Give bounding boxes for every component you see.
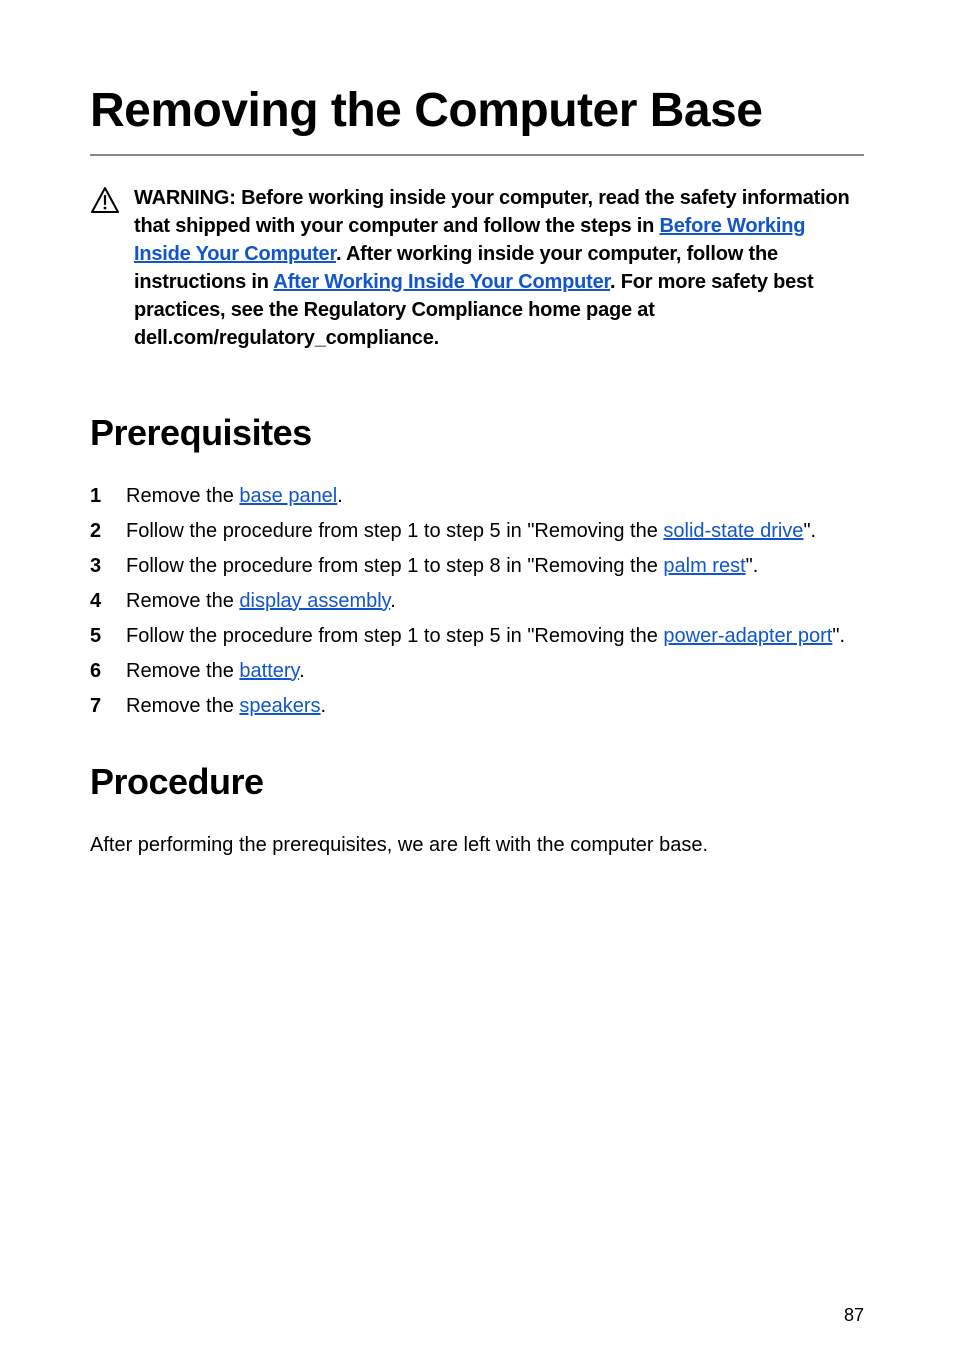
ssd-link[interactable]: solid-state drive	[663, 520, 803, 542]
list-item: Remove the base panel.	[90, 482, 864, 511]
warning-text: WARNING: Before working inside your comp…	[134, 184, 864, 352]
list-item-text: Follow the procedure from step 1 to step…	[126, 555, 663, 577]
list-item-text: Follow the procedure from step 1 to step…	[126, 520, 663, 542]
list-item-text: .	[321, 695, 327, 717]
procedure-heading: Procedure	[90, 761, 864, 803]
list-item-text: Follow the procedure from step 1 to step…	[126, 625, 663, 647]
base-panel-link[interactable]: base panel	[239, 485, 337, 507]
power-adapter-port-link[interactable]: power-adapter port	[663, 625, 832, 647]
list-item: Remove the speakers.	[90, 692, 864, 721]
battery-link[interactable]: battery	[239, 660, 299, 682]
list-item-text: ".	[803, 520, 816, 542]
page-title: Removing the Computer Base	[90, 85, 864, 156]
list-item-text: Remove the	[126, 485, 239, 507]
palm-rest-link[interactable]: palm rest	[663, 555, 745, 577]
list-item: Remove the battery.	[90, 657, 864, 686]
prerequisites-heading: Prerequisites	[90, 412, 864, 454]
list-item: Follow the procedure from step 1 to step…	[90, 622, 864, 651]
warning-link-after[interactable]: After Working Inside Your Computer	[273, 271, 610, 293]
list-item-text: .	[337, 485, 343, 507]
prerequisites-list: Remove the base panel. Follow the proced…	[90, 482, 864, 721]
list-item-text: Remove the	[126, 695, 239, 717]
display-assembly-link[interactable]: display assembly	[239, 590, 390, 612]
list-item-text: .	[390, 590, 396, 612]
list-item: Remove the display assembly.	[90, 587, 864, 616]
list-item-text: .	[299, 660, 305, 682]
warning-icon	[90, 186, 120, 219]
procedure-body: After performing the prerequisites, we a…	[90, 831, 864, 859]
list-item-text: Remove the	[126, 660, 239, 682]
list-item-text: ".	[832, 625, 845, 647]
page-number: 87	[844, 1305, 864, 1326]
speakers-link[interactable]: speakers	[239, 695, 320, 717]
warning-block: WARNING: Before working inside your comp…	[90, 184, 864, 352]
list-item-text: Remove the	[126, 590, 239, 612]
list-item-text: ".	[746, 555, 759, 577]
list-item: Follow the procedure from step 1 to step…	[90, 517, 864, 546]
list-item: Follow the procedure from step 1 to step…	[90, 552, 864, 581]
